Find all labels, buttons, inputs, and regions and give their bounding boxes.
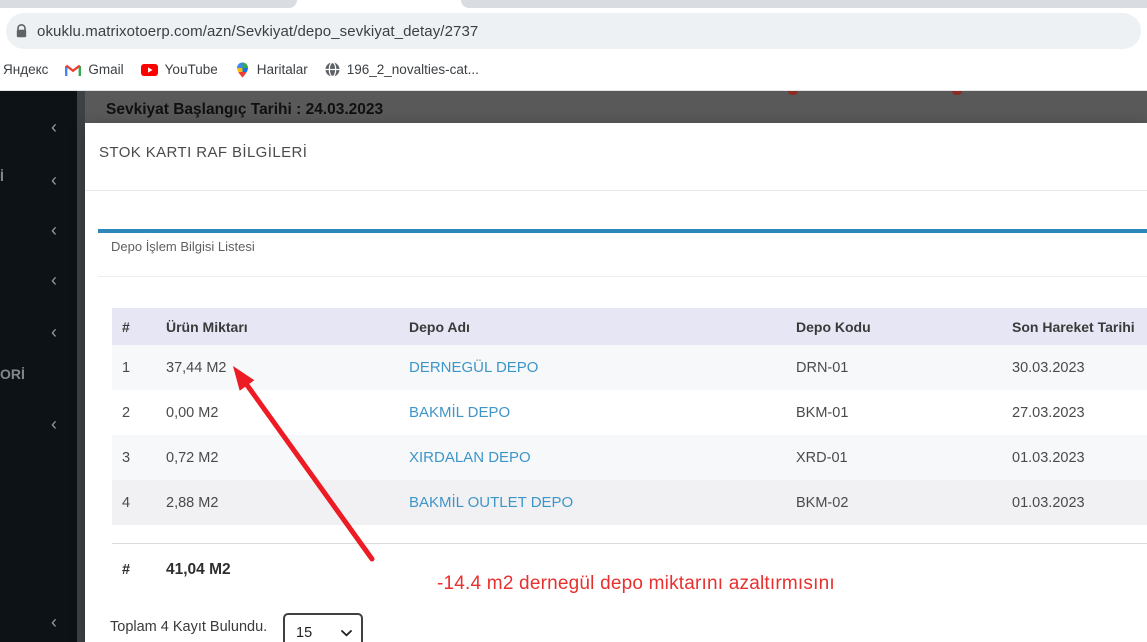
panel-accent-bar — [98, 229, 1147, 233]
address-bar-row: okuklu.matrixotoerp.com/azn/Sevkiyat/dep… — [0, 8, 1147, 49]
divider — [85, 190, 1147, 191]
bookmark-novalties[interactable]: 196_2_novalties-cat... — [325, 62, 479, 77]
bookmark-youtube[interactable]: YouTube — [140, 62, 218, 77]
inactive-tab-right[interactable] — [461, 0, 1147, 8]
depot-name-link[interactable]: XIRDALAN DEPO — [409, 449, 531, 466]
divider — [112, 543, 1147, 544]
last-movement-date: 01.03.2023 — [1012, 494, 1085, 511]
col-header-last-movement-date: Son Hareket Tarihi — [1012, 318, 1135, 335]
depot-name-link[interactable]: DERNEGÜL DEPO — [409, 359, 538, 376]
bookmark-label: 196_2_novalties-cat... — [346, 62, 479, 77]
url-text: okuklu.matrixotoerp.com/azn/Sevkiyat/dep… — [37, 22, 479, 40]
address-bar-input[interactable]: okuklu.matrixotoerp.com/azn/Sevkiyat/dep… — [6, 13, 1141, 49]
bookmark-label: Яндекс — [3, 62, 49, 77]
chevron-left-icon[interactable]: ‹ — [44, 118, 64, 138]
youtube-icon — [140, 63, 158, 76]
page-size-value: 15 — [296, 625, 313, 641]
last-movement-date: 01.03.2023 — [1012, 449, 1085, 466]
chevron-left-icon[interactable]: ‹ — [44, 323, 64, 343]
col-header-depot-code: Depo Kodu — [796, 318, 871, 335]
chevron-left-icon[interactable]: ‹ — [44, 613, 64, 633]
last-movement-date: 27.03.2023 — [1012, 404, 1085, 421]
lock-icon[interactable] — [16, 24, 27, 38]
row-index: 1 — [122, 359, 131, 376]
bookmark-label: Gmail — [88, 62, 124, 77]
chevron-down-icon — [341, 629, 352, 637]
inactive-tab-left[interactable] — [0, 0, 297, 8]
row-index: 2 — [122, 404, 131, 421]
total-label: # — [122, 562, 131, 578]
last-movement-date: 30.03.2023 — [1012, 359, 1085, 376]
depot-code: XRD-01 — [796, 449, 848, 466]
row-index: 3 — [122, 449, 131, 466]
stock-card-shelf-modal: STOK KARTI RAF BİLGİLERİ Depo İşlem Bilg… — [85, 123, 1147, 642]
table-row: 3 0,72 M2 XIRDALAN DEPO XRD-01 01.03.202… — [112, 435, 1147, 480]
chevron-left-icon[interactable]: ‹ — [44, 415, 64, 435]
bookmark-gmail[interactable]: Gmail — [65, 62, 124, 77]
maps-icon — [236, 62, 248, 77]
col-header-depot-name: Depo Adı — [409, 318, 470, 335]
row-index: 4 — [122, 494, 131, 511]
depot-name-link[interactable]: BAKMİL DEPO — [409, 404, 510, 421]
depot-code: DRN-01 — [796, 359, 849, 376]
chevron-left-icon[interactable]: ‹ — [44, 171, 64, 191]
row-quantity: 37,44 M2 — [166, 359, 227, 376]
sidebar-partial-label: İ — [0, 168, 4, 184]
bookmark-label: Haritalar — [256, 62, 308, 77]
depot-code: BKM-02 — [796, 494, 849, 511]
clipped-red-element — [952, 91, 962, 95]
row-quantity: 0,72 M2 — [166, 449, 219, 466]
depot-code: BKM-01 — [796, 404, 849, 421]
overlay-strip — [77, 91, 85, 642]
table-row: 2 0,00 M2 BAKMİL DEPO BKM-01 27.03.2023 — [112, 390, 1147, 435]
row-quantity: 2,88 M2 — [166, 494, 219, 511]
bookmarks-bar: Яндекс Gmail YouTube Haritalar 196_2_nov… — [0, 49, 1147, 91]
sidebar-partial-label: ORİ — [0, 366, 25, 382]
depot-table: # Ürün Miktarı Depo Adı Depo Kodu Son Ha… — [112, 308, 1147, 525]
list-label: Depo İşlem Bilgisi Listesi — [111, 239, 255, 254]
bookmark-yandex[interactable]: Яндекс — [3, 62, 48, 77]
page-size-select[interactable]: 15 — [283, 613, 363, 642]
annotation-text: -14.4 m2 dernegül depo miktarını azaltır… — [437, 573, 835, 594]
screenshot-root: okuklu.matrixotoerp.com/azn/Sevkiyat/dep… — [0, 0, 1147, 642]
row-quantity: 0,00 M2 — [166, 404, 219, 421]
bookmark-haritalar[interactable]: Haritalar — [235, 62, 308, 78]
record-count-text: Toplam 4 Kayıt Bulundu. — [110, 619, 268, 635]
globe-icon — [325, 62, 340, 77]
bookmark-label: YouTube — [164, 62, 218, 77]
chevron-left-icon[interactable]: ‹ — [44, 221, 64, 241]
table-row: 4 2,88 M2 BAKMİL OUTLET DEPO BKM-02 01.0… — [112, 480, 1147, 525]
clipped-red-element — [788, 91, 798, 95]
tab-strip — [0, 0, 1147, 8]
table-row: 1 37,44 M2 DERNEGÜL DEPO DRN-01 30.03.20… — [112, 345, 1147, 390]
app-sidebar: ‹ ‹ ‹ ‹ ‹ ‹ ‹ İ ORİ — [0, 91, 77, 642]
modal-title: STOK KARTI RAF BİLGİLERİ — [99, 144, 308, 161]
chevron-left-icon[interactable]: ‹ — [44, 271, 64, 291]
depot-name-link[interactable]: BAKMİL OUTLET DEPO — [409, 494, 573, 511]
table-header-row: # Ürün Miktarı Depo Adı Depo Kodu Son Ha… — [112, 308, 1147, 345]
col-header-quantity: Ürün Miktarı — [166, 318, 248, 335]
gmail-icon — [65, 64, 82, 76]
col-header-index: # — [122, 318, 130, 335]
divider — [98, 276, 1147, 277]
